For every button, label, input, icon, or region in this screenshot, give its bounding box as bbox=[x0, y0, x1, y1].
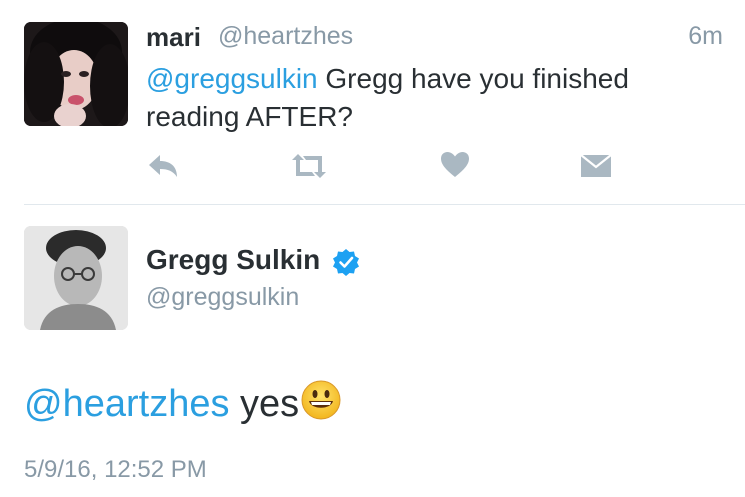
tweet-timestamp: 6m bbox=[688, 22, 723, 50]
tweet-actions bbox=[146, 150, 626, 186]
mention-link[interactable]: @greggsulkin bbox=[146, 63, 318, 94]
author-handle[interactable]: @heartzhes bbox=[218, 22, 353, 51]
tweet-divider bbox=[24, 204, 745, 205]
tweet-date: 5/9/16, 12:52 PM bbox=[24, 456, 207, 483]
tweet-reply[interactable]: mari @heartzhes 6m @greggsulkin Gregg ha… bbox=[0, 0, 745, 204]
grinning-emoji-icon bbox=[301, 380, 341, 420]
reply-icon[interactable] bbox=[146, 150, 180, 182]
like-heart-icon[interactable] bbox=[440, 150, 470, 182]
tweet-text: @greggsulkin Gregg have you finished rea… bbox=[146, 60, 721, 136]
retweet-icon[interactable] bbox=[290, 150, 328, 182]
verified-badge-icon bbox=[332, 248, 360, 276]
avatar-gregg-sulkin[interactable] bbox=[24, 226, 128, 330]
direct-message-icon[interactable] bbox=[580, 150, 612, 182]
tweet-body: yes bbox=[229, 383, 300, 425]
tweet-text: @heartzhes yes bbox=[24, 380, 341, 426]
avatar-mari[interactable] bbox=[24, 22, 128, 126]
author-name[interactable]: Gregg Sulkin bbox=[146, 244, 320, 276]
mention-link[interactable]: @heartzhes bbox=[24, 383, 229, 425]
author-handle[interactable]: @greggsulkin bbox=[146, 283, 299, 312]
author-name[interactable]: mari bbox=[146, 22, 201, 53]
